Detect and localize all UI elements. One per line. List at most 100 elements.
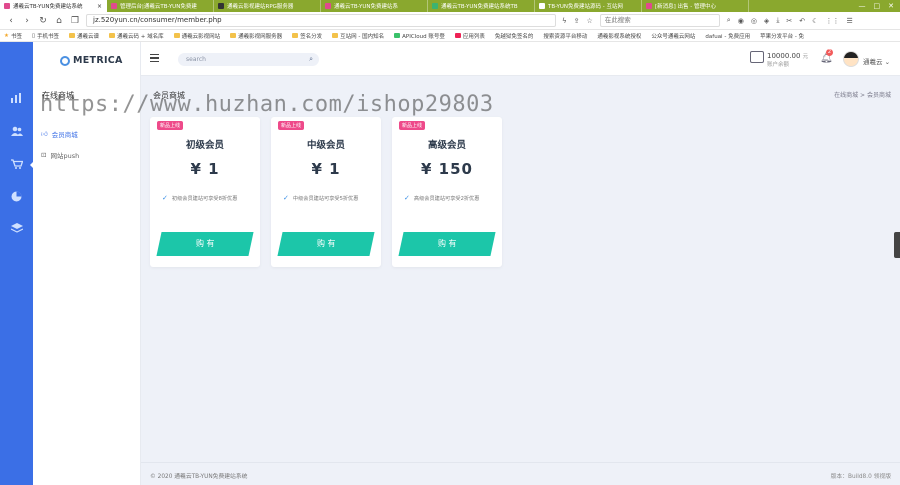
bookmark-item[interactable]: APICloud 账号登 <box>394 32 445 40</box>
home-icon[interactable]: ⌂ <box>54 16 64 26</box>
bookmark-item[interactable]: 签名分发 <box>292 32 322 40</box>
menu-item-website-push[interactable]: ⊡ 网站push <box>41 150 79 160</box>
card-title: 初级会员 <box>185 140 224 151</box>
push-icon: ⊡ <box>41 151 47 159</box>
membership-card: 新品上线 初级会员 ¥ 1 ✓ 初级会员建站可享受8折优惠 购 有 <box>150 117 260 267</box>
bookmark-item[interactable]: 互站网 - 国内知名 <box>332 32 384 40</box>
folder-icon <box>173 33 180 38</box>
maximize-icon[interactable]: □ <box>874 2 881 10</box>
extension-icon[interactable]: ◎ <box>751 17 757 25</box>
tab-favicon-icon <box>432 3 438 9</box>
browser-tab[interactable]: 通羲云TB-YUN免费建站系 <box>321 0 428 12</box>
browser-tab[interactable]: 通羲云TB-YUN免费建站系统 × <box>0 0 107 12</box>
copyright: © 2020 通羲云TB-YUN免费建站系统 <box>150 474 248 480</box>
check-icon: ✓ <box>404 194 410 202</box>
bookmark-item[interactable]: dafuai - 免费应用 <box>705 32 750 40</box>
scissors-icon[interactable]: ✂ <box>786 17 792 25</box>
version-info: 版本：Build8.0 领视版 <box>830 474 891 480</box>
folder-icon <box>109 33 116 38</box>
side-drawer-handle[interactable] <box>894 232 900 258</box>
card-feature: ✓ 高级会员建站可享受2折优惠 <box>404 194 480 202</box>
bookmark-item[interactable]: 通羲云谱 <box>69 32 99 40</box>
lightning-icon[interactable]: ϟ <box>562 17 567 25</box>
browser-tab[interactable]: 管理后台|通羲云TB-YUN免费建 <box>107 0 214 12</box>
wallet-icon[interactable] <box>750 51 764 63</box>
back-icon[interactable]: ‹ <box>6 16 16 26</box>
layers-icon[interactable] <box>0 219 33 237</box>
watermark: https://www.huzhan.com/ishop29803 <box>40 92 494 117</box>
pie-chart-icon[interactable] <box>0 187 33 205</box>
bookmark-item[interactable]: ★ 书签 <box>4 32 22 40</box>
share-icon[interactable]: ⇪ <box>574 17 580 25</box>
folder-icon <box>332 33 339 38</box>
bookmark-item[interactable]: 通羲影视网服务器 <box>230 32 282 40</box>
folder-icon <box>69 33 75 38</box>
brand-logo[interactable]: METRICA <box>60 55 123 66</box>
folder-icon <box>394 33 401 38</box>
star-icon: ★ <box>4 32 9 39</box>
search-icon[interactable]: ⌕ <box>727 16 731 25</box>
hamburger-menu-icon[interactable] <box>150 54 159 62</box>
window-controls: — □ ✕ <box>852 0 900 12</box>
cart-icon[interactable] <box>0 155 34 173</box>
translate-icon[interactable]: ◈ <box>764 17 769 25</box>
buy-button[interactable]: 购 有 <box>277 232 375 256</box>
membership-card: 新品上线 中级会员 ¥ 1 ✓ 中级会员建站可享受5折优惠 购 有 <box>271 117 381 267</box>
search-input[interactable]: search ⌕ <box>178 53 319 66</box>
close-icon[interactable]: × <box>97 3 102 10</box>
bookmark-item[interactable]: 通羲云影视网站 <box>173 32 220 40</box>
footer: © 2020 通羲云TB-YUN免费建站系统 版本：Build8.0 领视版 <box>141 462 900 485</box>
logo-icon <box>60 55 70 66</box>
folder-icon <box>292 33 299 38</box>
night-mode-icon[interactable]: ☾ <box>812 17 818 25</box>
breadcrumb-item[interactable]: 在线商城 <box>834 92 858 99</box>
game-icon[interactable]: ◉ <box>738 17 744 25</box>
card-feature: ✓ 中级会员建站可享受5折优惠 <box>283 194 359 202</box>
users-icon[interactable] <box>0 122 33 140</box>
reader-icon[interactable]: ❐ <box>70 16 80 26</box>
close-window-icon[interactable]: ✕ <box>888 2 894 10</box>
new-ribbon: 新品上线 <box>399 121 426 130</box>
forward-icon[interactable]: › <box>22 16 32 26</box>
bookmark-item[interactable]: 通羲影视系统授权 <box>597 32 641 40</box>
folder-icon <box>454 33 461 38</box>
account-balance: 10000.00 元 账户余额 <box>767 52 809 68</box>
browser-tab[interactable]: 通羲云影视建站RPG服务器 <box>214 0 321 12</box>
menu-item-member-store[interactable]: 👍︎ 会员商城 <box>41 129 78 139</box>
minimize-icon[interactable]: — <box>859 2 866 10</box>
buy-button[interactable]: 购 有 <box>156 232 254 256</box>
icon-sidebar <box>0 42 34 485</box>
bookmark-item[interactable]: ▯ 手机书签 <box>32 32 59 40</box>
browser-tab[interactable]: 通羲云TB-YUN免费建站系统TB <box>428 0 535 12</box>
grid-icon[interactable]: ⋮⋮ <box>825 17 839 25</box>
refresh-icon[interactable]: ↻ <box>38 16 48 26</box>
bookmarks-bar: ★ 书签 ▯ 手机书签 通羲云谱 通羲云码 + 域名库 通羲云影视网站 通羲影视网服… <box>0 30 900 42</box>
bookmark-item[interactable]: 免越狱免签名的 <box>495 32 534 40</box>
bookmark-item[interactable]: 搜索资源平台移动 <box>543 32 587 40</box>
bookmark-item[interactable]: 苹果分发平台 - 免 <box>760 32 804 40</box>
check-icon: ✓ <box>162 194 168 202</box>
search-icon[interactable]: ⌕ <box>309 53 313 66</box>
user-menu[interactable]: 通羲云 ⌄ <box>863 56 890 66</box>
browser-tab[interactable]: [新消息] 出售 - 管理中心 <box>642 0 749 12</box>
bookmark-item[interactable]: 应用列表 <box>454 32 485 40</box>
download-icon[interactable]: ⤓ <box>776 16 779 25</box>
buy-button[interactable]: 购 有 <box>398 232 496 256</box>
bookmark-item[interactable]: 公众号通羲云网站 <box>651 32 695 40</box>
address-bar: ‹ › ↻ ⌂ ❐ jz.520yun.cn/consumer/member.p… <box>0 12 900 30</box>
top-bar: search ⌕ 10000.00 元 账户余额 🔔︎ 2 通羲云 ⌄ <box>141 42 900 76</box>
url-input[interactable]: jz.520yun.cn/consumer/member.php <box>86 14 556 27</box>
star-icon[interactable]: ☆ <box>587 17 593 25</box>
browser-search-input[interactable]: 在此搜索 <box>599 14 720 27</box>
menu-icon[interactable]: ☰ <box>846 17 852 25</box>
thumbs-up-icon: 👍︎ <box>41 130 48 138</box>
avatar[interactable] <box>843 51 859 67</box>
bookmark-item[interactable]: 通羲云码 + 域名库 <box>109 32 164 40</box>
browser-tab[interactable]: TB-YUN免费建站源码 - 互站网 <box>535 0 642 12</box>
folder-icon <box>230 33 237 38</box>
bell-icon[interactable]: 🔔︎ 2 <box>820 49 833 64</box>
analytics-icon[interactable] <box>0 89 33 107</box>
undo-icon[interactable]: ↶ <box>799 17 805 25</box>
tab-favicon-icon <box>539 3 545 9</box>
tab-favicon-icon <box>4 3 10 9</box>
